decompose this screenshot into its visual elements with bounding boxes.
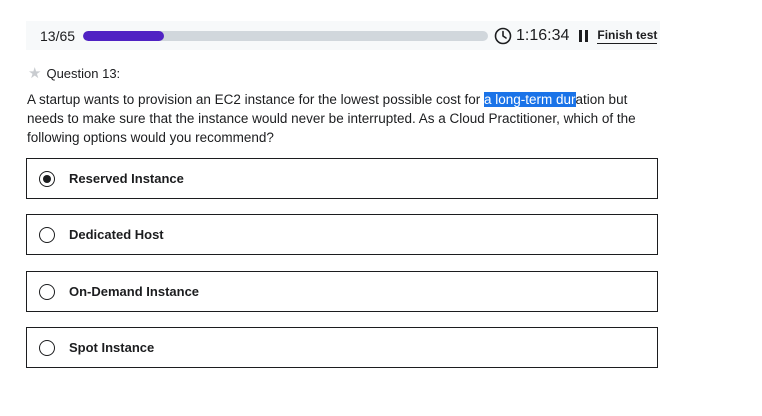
answer-option-label: On-Demand Instance [69,284,200,299]
radio-button[interactable] [39,170,55,187]
radio-button[interactable] [39,226,55,243]
question-number: Question 13: [46,65,121,81]
star-icon[interactable]: ★ [28,64,41,82]
progress-fill [83,30,164,41]
answer-option-label: Dedicated Host [69,227,164,242]
test-header-bar: 13/65 1:16:34 Finish test [26,21,660,50]
clock-icon [494,27,512,45]
answer-option-reserved-instance[interactable]: Reserved Instance [26,158,658,199]
answer-option-label: Spot Instance [69,340,155,355]
radio-selected-dot [43,174,51,183]
question-counter: 13/65 [40,27,76,44]
question-text: A startup wants to provision an EC2 inst… [27,90,667,147]
progress-bar [83,30,488,41]
radio-button[interactable] [39,283,55,300]
answer-option-label: Reserved Instance [69,171,184,186]
pause-icon[interactable] [579,29,589,42]
answer-option-dedicated-host[interactable]: Dedicated Host [26,214,658,255]
answer-option-on-demand-instance[interactable]: On-Demand Instance [26,271,658,312]
timer-text: 1:16:34 [516,26,570,44]
finish-test-button[interactable]: Finish test [597,28,658,44]
answer-option-spot-instance[interactable]: Spot Instance [26,327,658,368]
question-text-part: A startup wants to provision an EC2 inst… [27,92,484,107]
selected-text-highlight: a long-term dur [483,92,576,107]
question-heading: ★ Question 13: [28,64,120,82]
radio-button[interactable] [39,339,55,356]
